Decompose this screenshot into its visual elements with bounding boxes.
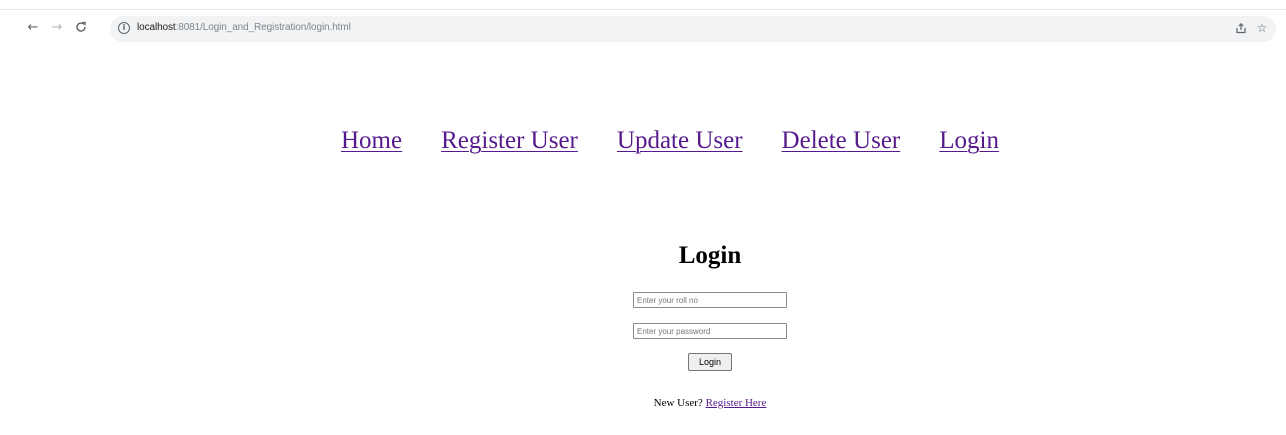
url-host: localhost [137,22,176,33]
signup-prompt: New User? Register Here [580,397,840,409]
main-nav: Home Register User Update User Delete User L… [341,127,999,155]
url-path: :8081/Login_and_Registration/login.html [175,22,351,33]
toolbar-divider [0,9,1286,10]
roll-no-input[interactable] [633,292,787,308]
password-input[interactable] [633,323,787,339]
nav-link-delete-user[interactable]: Delete User [782,127,901,154]
address-bar[interactable]: i localhost:8081/Login_and_Registration/… [110,16,1276,42]
login-button[interactable]: Login [688,353,732,371]
nav-link-login[interactable]: Login [939,127,999,154]
register-here-link[interactable]: Register Here [706,397,767,409]
share-glyph [1236,22,1246,34]
share-icon[interactable] [1233,20,1249,36]
forward-arrow-icon[interactable]: → [47,17,67,37]
login-heading: Login [678,242,742,269]
nav-link-home[interactable]: Home [341,127,402,154]
address-url[interactable]: localhost:8081/Login_and_Registration/lo… [137,21,351,35]
login-form: Login Login New User? Register Here [580,240,840,409]
reload-glyph [76,21,86,32]
reload-icon[interactable] [71,17,91,37]
browser-toolbar: ← → i localhost:8081/Login_and_Registrat… [0,0,1286,46]
bookmark-star-icon[interactable]: ☆ [1254,20,1270,36]
nav-link-register-user[interactable]: Register User [441,127,578,154]
site-info-icon[interactable]: i [118,22,130,34]
new-user-text: New User? [653,397,703,409]
nav-link-update-user[interactable]: Update User [617,127,743,154]
back-arrow-icon[interactable]: ← [23,17,43,37]
